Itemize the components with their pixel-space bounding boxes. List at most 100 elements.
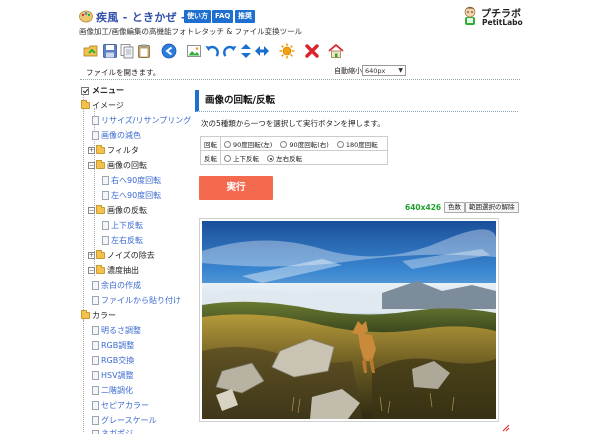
status-text: ファイルを開きます。 <box>86 68 161 77</box>
tree-item-rotate-right[interactable]: 右へ90度回転 <box>102 174 161 187</box>
flip-label: 反転 <box>200 150 221 165</box>
page-icon <box>102 236 109 245</box>
swap-vertical-icon[interactable] <box>238 43 254 59</box>
open-icon[interactable] <box>83 43 99 59</box>
paste-icon[interactable] <box>136 43 152 59</box>
nav-usage-button[interactable]: 使い方 <box>184 10 211 23</box>
rotate-row: 回転 90度回転(左) 90度回転(右) 180度回転 <box>200 136 388 151</box>
tree-connector <box>83 94 84 328</box>
flip-options-cell: 上下反転 左右反転 <box>220 150 388 165</box>
mascot-logo-icon[interactable] <box>461 5 479 27</box>
app-title: 疾風 - ときかぜ - <box>96 11 186 24</box>
tree-folder-noise[interactable]: + ノイズの除去 <box>88 249 155 262</box>
tree-connector <box>83 320 84 432</box>
clear-selection-button[interactable]: 範囲選択の解除 <box>465 202 519 213</box>
nav-recommended-button[interactable]: 推奨 <box>235 10 255 23</box>
clear-icon[interactable] <box>304 43 320 59</box>
page-icon <box>92 386 99 395</box>
tree-item-rotate-left[interactable]: 左へ90度回転 <box>102 189 161 202</box>
run-button[interactable]: 実行 <box>199 176 273 200</box>
rotate-options-cell: 90度回転(左) 90度回転(右) 180度回転 <box>220 136 388 151</box>
zoom-select-value: 640px <box>365 67 386 75</box>
collapse-minus-icon[interactable]: − <box>88 267 95 274</box>
page-icon <box>102 176 109 185</box>
tree-folder-flip[interactable]: − 画像の反転 <box>88 204 147 217</box>
tree-item-paste-from-file[interactable]: ファイルから貼り付け <box>92 294 181 307</box>
tree-item-sepia[interactable]: セピアカラー <box>92 399 149 412</box>
tree-item-flip-vertical[interactable]: 上下反転 <box>102 219 143 232</box>
image-size-text: 640x426 <box>405 203 442 212</box>
radio-rotate-180[interactable]: 180度回転 <box>336 139 378 149</box>
rotate-flip-options: 回転 90度回転(左) 90度回転(右) 180度回転 反転 上下反転 左右反転 <box>200 136 388 165</box>
page-icon <box>92 371 99 380</box>
collapse-minus-icon[interactable]: − <box>88 207 95 214</box>
page-icon <box>92 429 99 434</box>
tree-item-hsv-adjust[interactable]: HSV調整 <box>92 369 134 382</box>
tree-root-menu[interactable]: メニュー <box>81 84 124 97</box>
expand-plus-icon[interactable]: + <box>88 252 95 259</box>
color-count-button[interactable]: 色数 <box>444 202 465 213</box>
page-icon <box>92 401 99 410</box>
page-title: 画像の回転/反転 <box>195 90 518 112</box>
zoom-select[interactable]: 640px ▼ <box>362 65 406 76</box>
tree-folder-filter[interactable]: + フィルタ <box>88 144 139 157</box>
menu-checkbox-icon <box>81 86 89 95</box>
header: 疾風 - ときかぜ - 使い方 FAQ 推奨 画像加工/画像編集の高機能フォトレ… <box>0 0 600 38</box>
landscape-photo <box>202 221 497 419</box>
page-icon <box>102 191 109 200</box>
save-icon[interactable] <box>102 43 118 59</box>
page-icon <box>92 296 99 305</box>
image-icon[interactable] <box>186 43 202 59</box>
expand-plus-icon[interactable]: + <box>88 147 95 154</box>
zoom-label: 自動縮小 <box>334 67 362 75</box>
radio-flip-vertical[interactable]: 上下反転 <box>224 153 259 163</box>
page-icon <box>92 281 99 290</box>
tree-item-reduce-colors[interactable]: 画像の減色 <box>92 129 141 142</box>
tree-item-flip-horizontal[interactable]: 左右反転 <box>102 234 143 247</box>
settings-sun-icon[interactable] <box>279 43 295 59</box>
copy-icon[interactable] <box>119 43 135 59</box>
radio-icon <box>336 141 344 148</box>
back-icon[interactable] <box>161 43 177 59</box>
app-subtitle: 画像加工/画像編集の高機能フォトレタッチ & ファイル変換ツール <box>79 27 303 36</box>
instruction-text: 次の5種類から一つを選択して実行ボタンを押します。 <box>201 119 385 128</box>
tree-item-margin[interactable]: 余白の作成 <box>92 279 141 292</box>
tree-item-grayscale[interactable]: グレースケール <box>92 414 157 427</box>
page-icon <box>92 356 99 365</box>
tree-folder-density[interactable]: − 濃度抽出 <box>88 264 139 277</box>
tree-item-binarize[interactable]: 二階調化 <box>92 384 133 397</box>
radio-rotate-right[interactable]: 90度回転(右) <box>280 139 329 149</box>
sidebar-menu-tree: メニュー イメージ リサイズ/リサンプリング 画像の減色 + フィルタ − 画像の回… <box>79 84 191 434</box>
folder-closed-icon <box>96 145 105 154</box>
page-icon <box>102 221 109 230</box>
radio-flip-horizontal[interactable]: 左右反転 <box>267 153 302 163</box>
nav-faq-button[interactable]: FAQ <box>212 10 234 23</box>
collapse-minus-icon[interactable]: − <box>88 162 95 169</box>
tree-item-brightness[interactable]: 明るさ調整 <box>92 324 141 337</box>
tree-item-rgb-adjust[interactable]: RGB調整 <box>92 339 134 352</box>
folder-open-icon <box>81 310 90 319</box>
radio-icon <box>280 141 288 148</box>
folder-open-icon <box>81 100 90 109</box>
resize-handle-icon[interactable] <box>502 424 510 432</box>
page-icon <box>92 131 99 140</box>
tree-folder-rotate[interactable]: − 画像の回転 <box>88 159 147 172</box>
rotate-label: 回転 <box>200 136 221 151</box>
palette-logo-icon <box>79 10 93 23</box>
tree-folder-image[interactable]: イメージ <box>81 99 124 112</box>
radio-rotate-left[interactable]: 90度回転(左) <box>224 139 272 149</box>
tree-folder-color[interactable]: カラー <box>81 309 116 322</box>
page-icon <box>92 326 99 335</box>
undo-icon[interactable] <box>204 43 220 59</box>
folder-closed-icon <box>96 250 105 259</box>
brand-name-en: PetitLabo <box>482 18 523 27</box>
home-icon[interactable] <box>328 43 344 59</box>
tree-item-negative[interactable]: ネガポジ <box>92 429 133 434</box>
image-canvas[interactable] <box>199 218 499 422</box>
page-icon <box>92 416 99 425</box>
swap-horizontal-icon[interactable] <box>254 43 270 59</box>
redo-icon[interactable] <box>222 43 238 59</box>
tree-item-resize[interactable]: リサイズ/リサンプリング <box>92 114 191 127</box>
main-panel: 画像の回転/反転 次の5種類から一つを選択して実行ボタンを押します。 回転 90… <box>193 84 523 434</box>
tree-item-rgb-swap[interactable]: RGB交換 <box>92 354 134 367</box>
